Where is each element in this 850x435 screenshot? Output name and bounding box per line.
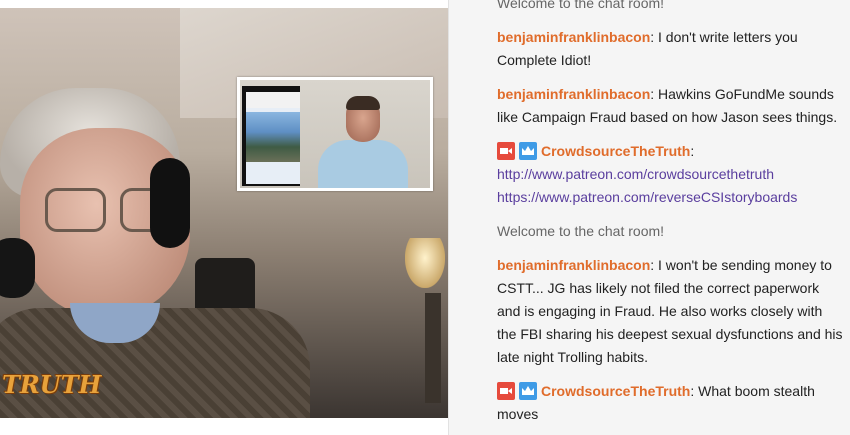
pip-screen-image: [246, 112, 300, 162]
picture-in-picture-video[interactable]: [237, 77, 433, 191]
pip-person-hair: [346, 96, 380, 110]
pip-person: [318, 92, 408, 188]
pip-browser-bar: [246, 92, 300, 108]
background-lamp: [405, 238, 445, 288]
camera-icon: [497, 142, 515, 160]
chat-username[interactable]: CrowdsourceTheTruth: [541, 383, 690, 399]
chat-username[interactable]: benjaminfranklinbacon: [497, 257, 650, 273]
channel-watermark: TRUTH: [2, 370, 102, 399]
main-video-feed[interactable]: TRUTH: [0, 8, 448, 418]
chat-message-text: I won't be sending money to CSTT... JG h…: [497, 257, 843, 365]
chat-message: benjaminfranklinbacon: Hawkins GoFundMe …: [497, 86, 838, 125]
chat-link[interactable]: http://www.patreon.com/crowdsourcethetru…: [497, 163, 845, 186]
chat-system-message: Welcome to the chat room!: [497, 0, 665, 11]
camera-icon: [497, 382, 515, 400]
video-pane: TRUTH: [0, 0, 448, 435]
speaker-headset: [150, 158, 190, 248]
chat-message: CrowdsourceTheTruth: What boom stealth m…: [497, 382, 815, 422]
chat-username[interactable]: CrowdsourceTheTruth: [541, 143, 690, 159]
chat-system-message: Welcome to the chat room!: [497, 223, 665, 239]
crown-icon: [519, 382, 537, 400]
chat-username[interactable]: benjaminfranklinbacon: [497, 29, 650, 45]
chat-message: CrowdsourceTheTruth: http://www.patreon.…: [497, 140, 845, 209]
speaker-microphone: [0, 238, 35, 298]
chat-message: benjaminfranklinbacon: I don't write let…: [497, 29, 798, 68]
chat-username[interactable]: benjaminfranklinbacon: [497, 86, 650, 102]
speaker-person: [0, 88, 310, 418]
pip-monitor: [242, 86, 300, 186]
chat-link[interactable]: https://www.patreon.com/reverseCSIstoryb…: [497, 186, 845, 209]
lamp-stand: [425, 293, 441, 403]
pip-person-body: [318, 140, 408, 188]
speaker-sweater: [0, 308, 310, 418]
chat-message: benjaminfranklinbacon: I won't be sendin…: [497, 257, 843, 365]
chat-message-list[interactable]: Welcome to the chat room! benjaminfrankl…: [497, 0, 845, 435]
chat-panel[interactable]: Welcome to the chat room! benjaminfrankl…: [448, 0, 850, 435]
speaker-glasses-left: [45, 188, 106, 232]
pip-monitor-screen: [246, 92, 300, 184]
crown-icon: [519, 142, 537, 160]
